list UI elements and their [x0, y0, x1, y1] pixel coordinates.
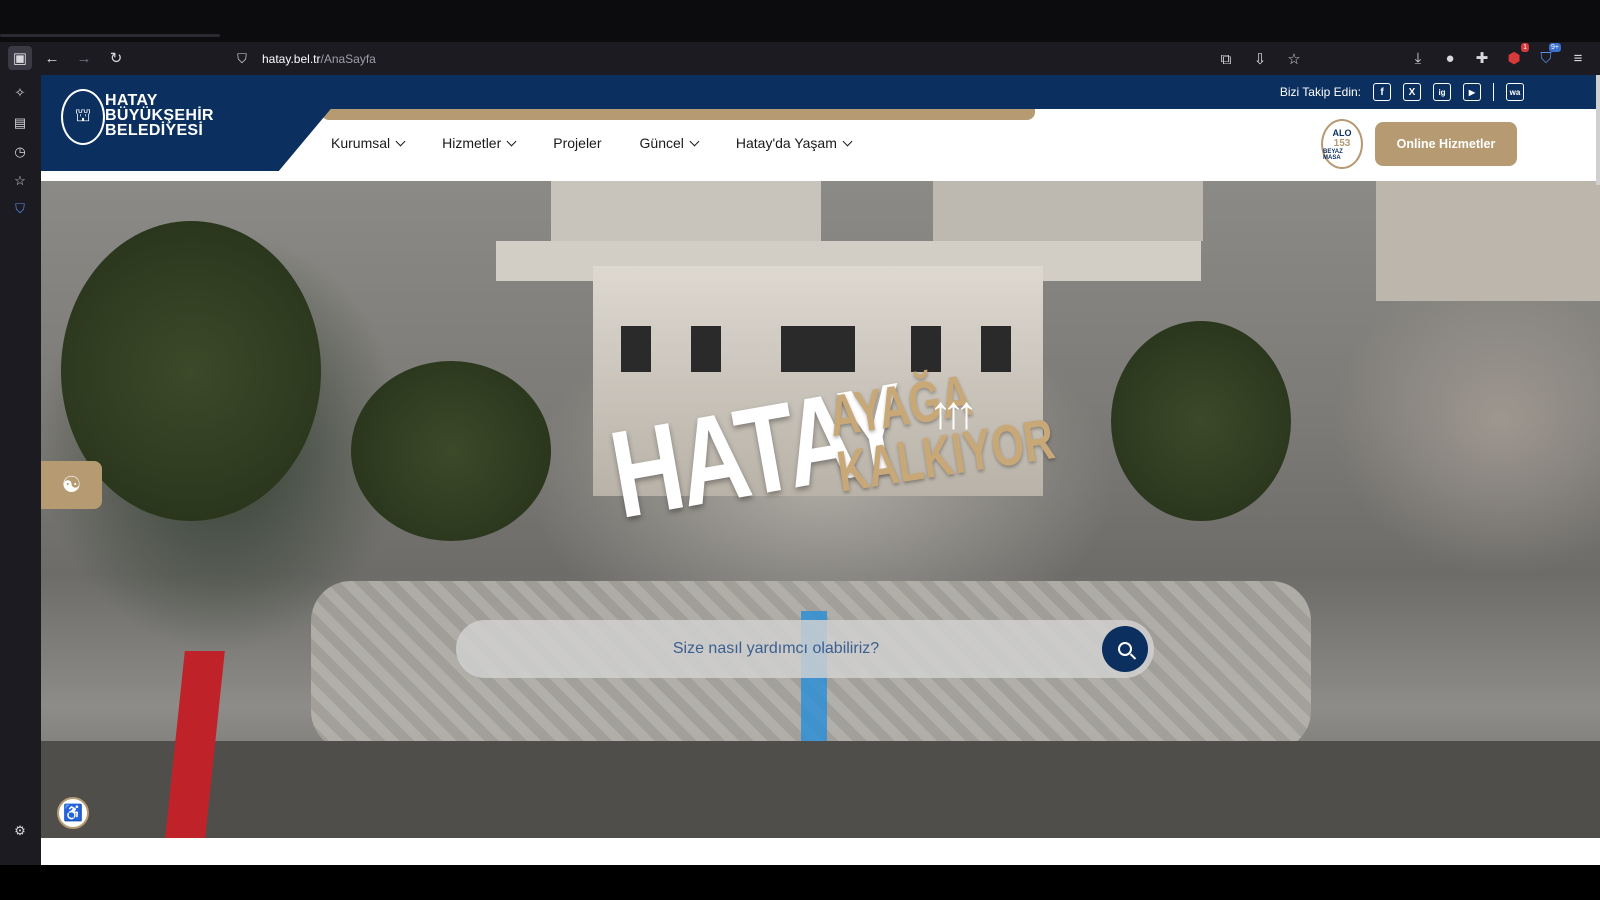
- bitwarden-badge: 9+: [1549, 43, 1561, 52]
- extension-icon[interactable]: ●: [1438, 46, 1462, 70]
- download-icon[interactable]: ⤓: [1406, 46, 1430, 70]
- nav-label: Hizmetler: [442, 135, 502, 151]
- youtube-icon[interactable]: ▶: [1463, 83, 1481, 101]
- site-security-icon[interactable]: ⛉: [230, 47, 254, 71]
- tree: [1111, 321, 1291, 521]
- accessibility-button[interactable]: ♿: [57, 797, 89, 829]
- chevron-down-icon: [689, 136, 700, 146]
- nav-hatayda-yasam[interactable]: Hatay'da Yaşam: [735, 135, 853, 151]
- bookmark-star-icon[interactable]: ☆: [1282, 47, 1306, 71]
- nav-projeler[interactable]: Projeler: [553, 135, 601, 151]
- road: [41, 741, 1600, 838]
- window: [691, 326, 721, 372]
- ai-sparkle-icon[interactable]: ✧: [10, 83, 30, 103]
- divider: [1493, 83, 1494, 101]
- browser-toolbar: ▣ ← → ↻ ⛉ hatay.bel.tr/AnaSayfa ⧉ ⇩ ☆ ⤓ …: [0, 42, 1600, 75]
- nav-label: Güncel: [639, 135, 684, 151]
- site-search: [456, 620, 1154, 678]
- chevron-down-icon: [395, 136, 406, 146]
- logo-line: BÜYÜKŞEHİR: [105, 107, 214, 124]
- forward-icon[interactable]: →: [72, 46, 96, 70]
- content-below-hero: [41, 838, 1600, 865]
- synced-tabs-icon[interactable]: ▤: [10, 113, 30, 133]
- web-page: ⛫ HATAY BÜYÜKŞEHİR BELEDİYESİ Bizi Takip…: [41, 75, 1600, 865]
- reader-save-icon[interactable]: ⇩: [1248, 47, 1272, 71]
- ublock-badge: 1: [1521, 43, 1529, 52]
- instagram-icon[interactable]: ig: [1433, 83, 1451, 101]
- search-button[interactable]: [1102, 626, 1148, 672]
- bitwarden-icon[interactable]: ⛉ 9+: [1534, 43, 1561, 70]
- logo-line: BELEDİYESİ: [105, 122, 204, 139]
- nav-label: Projeler: [553, 135, 602, 151]
- alo-number: 153: [1333, 137, 1351, 149]
- municipality-emblem-icon[interactable]: ⛫: [61, 89, 105, 145]
- background-building: [551, 181, 821, 241]
- nav-hizmetler[interactable]: Hizmetler: [442, 135, 517, 151]
- window-titlebar: [0, 0, 1600, 42]
- online-services-button[interactable]: Online Hizmetler: [1375, 122, 1517, 166]
- settings-icon[interactable]: ⚙: [10, 821, 30, 841]
- header-gold-accent: [321, 109, 1035, 120]
- accessibility-icon: ♿: [63, 805, 83, 822]
- window: [621, 326, 651, 372]
- ublock-icon[interactable]: ⬢ 1: [1502, 43, 1529, 70]
- menu-icon[interactable]: ≡: [1566, 46, 1590, 70]
- tree: [351, 361, 551, 541]
- history-icon[interactable]: ◷: [10, 142, 30, 162]
- x-twitter-icon[interactable]: X: [1403, 83, 1421, 101]
- shield-icon[interactable]: ⛉: [10, 199, 30, 219]
- municipality-logo-text[interactable]: HATAY BÜYÜKŞEHİR BELEDİYESİ: [105, 92, 214, 139]
- side-widget-button[interactable]: ☯: [41, 461, 102, 509]
- puzzle-icon[interactable]: ✚: [1470, 46, 1494, 70]
- browser-sidebar: ✧ ▤ ◷ ☆ ⛉ ⚙: [0, 75, 41, 865]
- alo-label: ALO: [1332, 127, 1352, 138]
- background-building: [933, 181, 1203, 241]
- tab-strip-indicator: [0, 34, 220, 37]
- facebook-icon[interactable]: f: [1373, 83, 1391, 101]
- alo-153-beyaz-masa-logo[interactable]: ALO 153 BEYAZ MASA: [1321, 119, 1363, 169]
- nav-label: Kurumsal: [331, 135, 391, 151]
- chevron-down-icon: [842, 136, 853, 146]
- bookmarks-icon[interactable]: ☆: [10, 171, 30, 191]
- background-building: [1376, 181, 1600, 301]
- page-scrollbar[interactable]: [1596, 75, 1600, 185]
- back-icon[interactable]: ←: [40, 46, 64, 70]
- search-icon: [1118, 642, 1132, 656]
- chevron-down-icon: [506, 136, 517, 146]
- follow-label: Bizi Takip Edin:: [1279, 85, 1361, 99]
- picture-in-picture-icon[interactable]: ⧉: [1214, 47, 1238, 71]
- sidebar-toggle-icon[interactable]: ▣: [8, 46, 32, 70]
- screen-bottom: [0, 865, 1600, 900]
- whatsapp-icon[interactable]: wa: [1506, 83, 1524, 101]
- url-bar[interactable]: ⛉ hatay.bel.tr/AnaSayfa ⧉ ⇩ ☆: [222, 46, 1314, 72]
- search-input[interactable]: [456, 620, 1096, 678]
- nav-guncel[interactable]: Güncel: [639, 135, 700, 151]
- nav-label: Hatay'da Yaşam: [735, 135, 837, 151]
- main-nav: Kurumsal Hizmetler Projeler Güncel Hatay…: [331, 135, 853, 151]
- url-text[interactable]: hatay.bel.tr/AnaSayfa: [262, 52, 376, 66]
- swirl-icon: ☯: [61, 472, 82, 497]
- window: [911, 326, 941, 372]
- nav-kurumsal[interactable]: Kurumsal: [331, 135, 406, 151]
- logo-line: HATAY: [105, 92, 158, 109]
- up-arrows-icon: ↑↑↑: [929, 386, 978, 438]
- alo-subtitle: BEYAZ MASA: [1323, 148, 1343, 161]
- social-follow: Bizi Takip Edin: f X ig ▶ wa: [1280, 83, 1524, 101]
- reload-icon[interactable]: ↻: [104, 46, 128, 70]
